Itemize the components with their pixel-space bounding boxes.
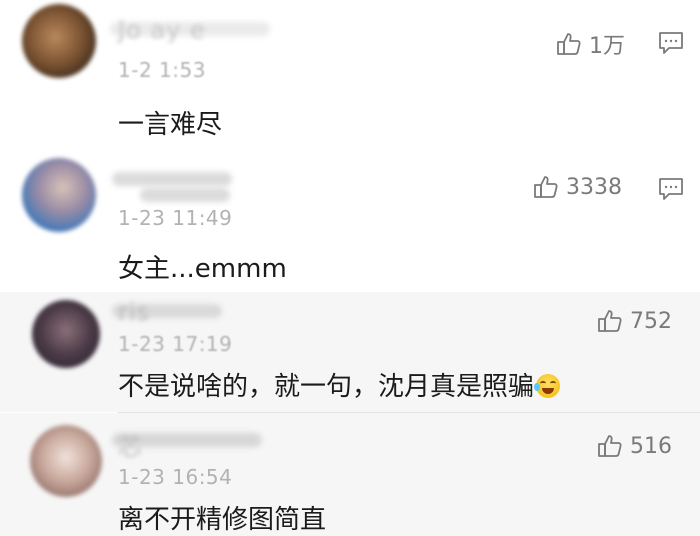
timestamp: 1-23 11:49: [118, 206, 233, 230]
avatar[interactable]: [22, 158, 96, 232]
thumbs-up-icon: [534, 176, 558, 198]
like-button[interactable]: 752: [597, 308, 672, 334]
avatar[interactable]: [22, 4, 96, 78]
like-count: 3338: [566, 174, 622, 200]
comment-text-content: 不是说啥的，就一句，沈月真是照骗: [118, 372, 535, 402]
like-button[interactable]: 3338: [533, 174, 622, 200]
comment-text: 不是说啥的，就一句，沈月真是照骗: [118, 366, 561, 403]
comment-bubble-icon[interactable]: [657, 30, 685, 56]
thumbs-up-icon: [598, 435, 622, 457]
thumbs-up-icon: [598, 310, 622, 332]
comment-item: Jo ay e 1-2 1:53 一言难尽 1万: [0, 0, 700, 150]
username[interactable]: ris: [118, 298, 150, 326]
comment-text: 女主...emmm: [118, 254, 287, 284]
username[interactable]: 芯: [118, 427, 143, 462]
username-blur: [112, 172, 232, 186]
comment-bubble-icon[interactable]: [657, 176, 685, 202]
like-count: 752: [630, 308, 672, 334]
like-button[interactable]: 1万: [556, 28, 625, 60]
timestamp: 1-2 1:53: [118, 58, 206, 82]
thumbs-up-icon: [557, 33, 581, 55]
avatar[interactable]: [32, 300, 100, 368]
like-count: 1万: [589, 34, 625, 59]
comment-item: 芯 1-23 16:54 离不开精修图简直 516: [0, 413, 700, 536]
comment-item: 1-23 11:49 女主...emmm 3338: [0, 150, 700, 292]
timestamp: 1-23 16:54: [118, 465, 233, 489]
like-count: 516: [630, 433, 672, 459]
like-button[interactable]: 516: [597, 433, 672, 459]
comment-text: 一言难尽: [118, 110, 223, 140]
comment-text: 离不开精修图简直: [118, 505, 327, 535]
timestamp: 1-23 17:19: [118, 332, 233, 356]
username-blur: [140, 188, 230, 202]
comment-item: ris 1-23 17:19 不是说啥的，就一句，沈月真是照骗 752: [0, 292, 700, 412]
avatar[interactable]: [30, 425, 102, 497]
laughing-crying-emoji-icon: [534, 374, 561, 398]
username[interactable]: Jo ay e: [118, 16, 206, 44]
